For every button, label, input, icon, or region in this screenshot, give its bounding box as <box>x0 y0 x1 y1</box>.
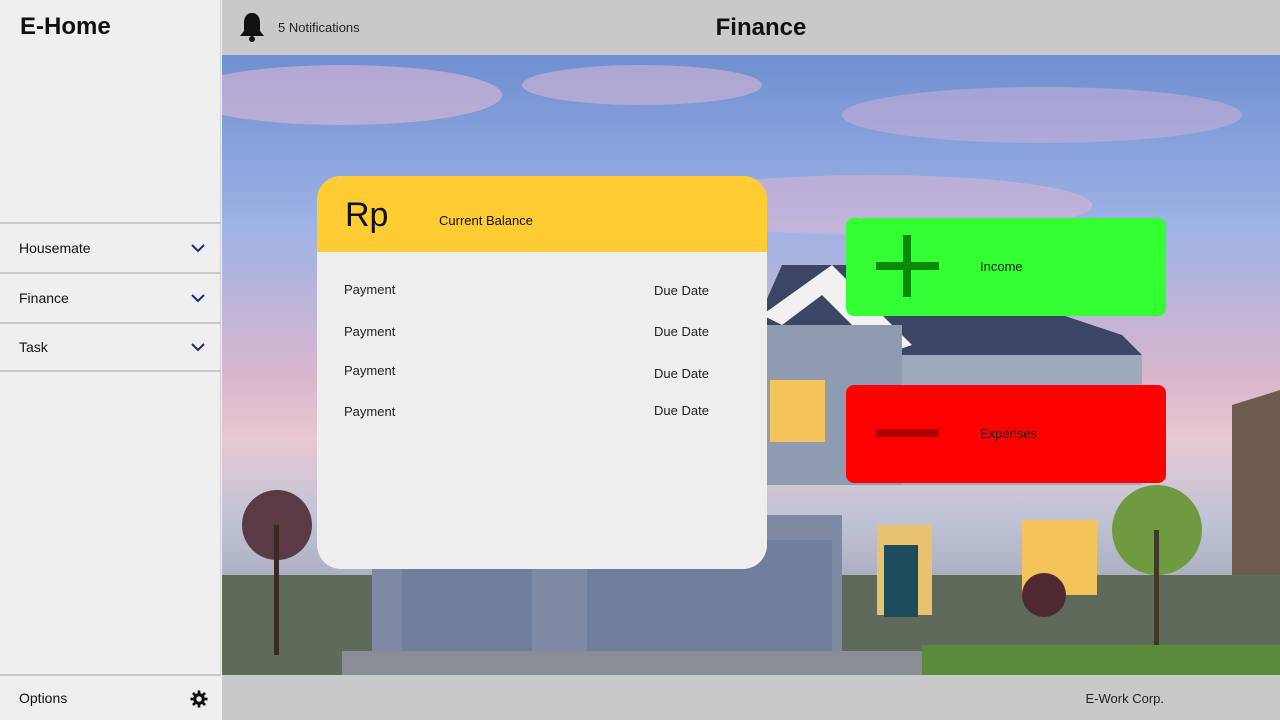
options-button[interactable]: Options <box>0 674 221 720</box>
payment-label: Payment <box>344 404 396 419</box>
brand-title: E-Home <box>20 13 111 40</box>
payment-row[interactable]: Payment Due Date <box>317 324 767 344</box>
payment-label: Payment <box>344 363 396 378</box>
due-date-label: Due Date <box>654 283 709 298</box>
footer: E-Work Corp. <box>222 675 1280 720</box>
company-name: E-Work Corp. <box>1085 691 1165 706</box>
chevron-down-icon <box>191 294 205 303</box>
expenses-button[interactable]: Expenses <box>846 385 1166 483</box>
current-balance-label: Current Balance <box>439 213 533 228</box>
plus-icon-horizontal <box>876 262 939 270</box>
income-label: Income <box>980 259 1023 274</box>
page-title: Finance <box>715 14 807 41</box>
currency-symbol: Rp <box>345 196 389 234</box>
due-date-label: Due Date <box>654 366 709 381</box>
balance-card: Rp Current Balance Payment Due Date Paym… <box>317 176 767 569</box>
chevron-down-icon <box>191 343 205 352</box>
payment-row[interactable]: Payment Due Date <box>317 403 767 424</box>
payment-label: Payment <box>344 324 396 339</box>
payment-row[interactable]: Payment Due Date <box>317 363 767 383</box>
minus-icon <box>876 429 939 437</box>
expenses-label: Expenses <box>980 426 1038 441</box>
gear-icon[interactable] <box>190 690 208 708</box>
sidebar-item-finance[interactable]: Finance <box>0 272 221 322</box>
options-label: Options <box>19 690 68 706</box>
due-date-label: Due Date <box>654 403 709 418</box>
payment-label: Payment <box>344 282 396 297</box>
sidebar: E-Home Housemate Finance Task Options <box>0 0 221 720</box>
sidebar-nav: Housemate Finance Task <box>0 222 221 372</box>
payment-row[interactable]: Payment Due Date <box>317 282 767 302</box>
sidebar-item-label: Housemate <box>19 240 91 256</box>
chevron-down-icon <box>191 244 205 253</box>
income-button[interactable]: Income <box>846 218 1166 316</box>
sidebar-item-label: Task <box>19 339 48 355</box>
sidebar-item-label: Finance <box>19 290 69 306</box>
app-window: E-Home Housemate Finance Task Options 5 … <box>0 0 1280 720</box>
top-bar: 5 Notifications Finance <box>222 0 1280 55</box>
balance-header: Rp Current Balance <box>317 176 767 252</box>
sidebar-item-housemate[interactable]: Housemate <box>0 222 221 272</box>
due-date-label: Due Date <box>654 324 709 339</box>
sidebar-item-task[interactable]: Task <box>0 322 221 372</box>
